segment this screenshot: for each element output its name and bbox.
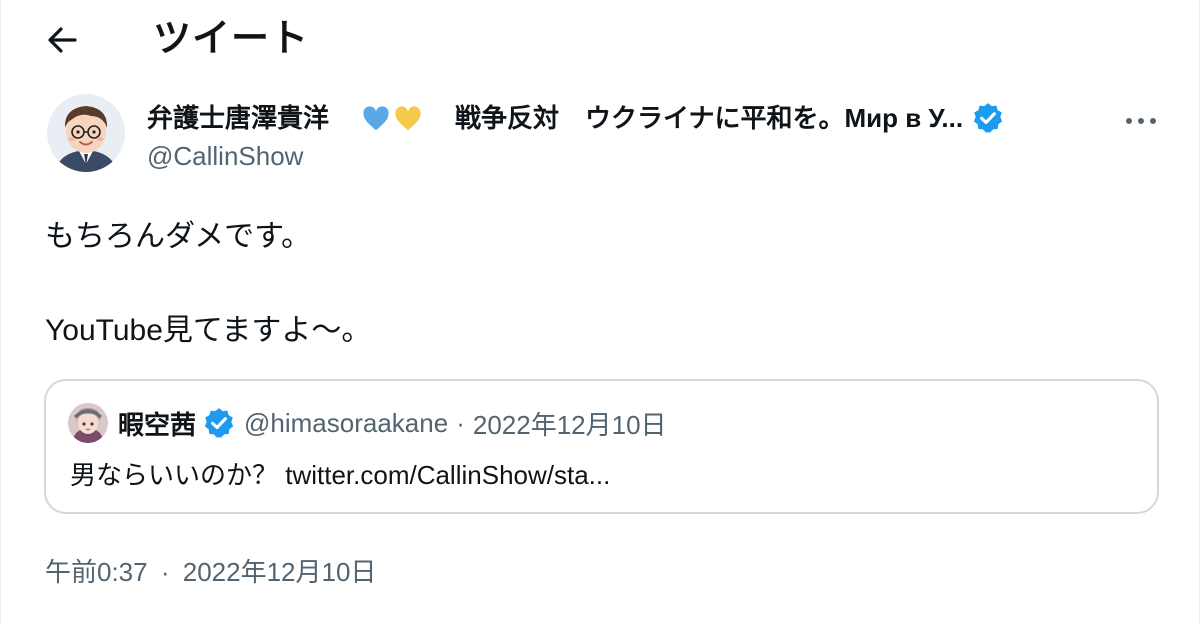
yellow-heart-icon — [393, 104, 423, 134]
quoted-author-name: 暇空茜 — [118, 409, 197, 440]
timestamp-separator: · — [160, 557, 170, 587]
quoted-separator: · — [456, 407, 465, 438]
quoted-tweet-header: 暇空茜 @himasoraakane · 2022年12月10日 — [68, 403, 667, 443]
avatar[interactable] — [47, 94, 125, 172]
author-display-name[interactable]: 弁護士唐澤貴洋 戦争反対 ウクライナに平和を。Мир в У... — [147, 98, 1005, 138]
tweet-timestamp: 午前0:37 · 2022年12月10日 — [45, 552, 376, 592]
author-name-suffix: 戦争反対 ウクライナに平和を。Мир в У... — [455, 103, 964, 133]
arrow-left-icon — [41, 22, 85, 58]
tweet-text: もちろんダメです。 YouTube見てますよ〜。 — [45, 214, 1155, 354]
quoted-date: 2022年12月10日 — [472, 409, 667, 440]
author-handle[interactable]: @CallinShow — [147, 138, 303, 174]
verified-badge-icon — [202, 406, 236, 440]
tweet-author: 弁護士唐澤貴洋 戦争反対 ウクライナに平和を。Мир в У... @Calli… — [1, 90, 1200, 190]
back-button[interactable] — [41, 22, 85, 58]
quoted-tweet-text: 男ならいいのか？ twitter.com/CallinShow/sta... — [70, 460, 611, 490]
tweet-line-2: YouTube見てますよ〜。 — [45, 314, 372, 347]
page-header: ツイート — [1, 0, 1200, 80]
quoted-avatar — [68, 403, 108, 443]
quoted-author-handle: @himasoraakane — [244, 407, 449, 438]
tweet-time-link[interactable]: 午前0:37 — [45, 557, 148, 587]
blue-heart-icon — [361, 104, 391, 134]
more-options-button[interactable] — [1121, 102, 1161, 132]
tweet-line-1: もちろんダメです。 — [45, 220, 312, 253]
quoted-tweet-card[interactable]: 暇空茜 @himasoraakane · 2022年12月10日 男ならいいのか… — [44, 379, 1159, 514]
tweet-date-link[interactable]: 2022年12月10日 — [183, 557, 377, 587]
tweet-page: ツイート 弁護士唐澤貴洋 戦争反対 ウクライナに平和を。Мир в У... @… — [0, 0, 1200, 624]
more-dots-icon — [1124, 102, 1158, 133]
verified-badge-icon — [971, 101, 1005, 135]
page-title: ツイート — [153, 18, 310, 60]
author-name-prefix: 弁護士唐澤貴洋 — [147, 103, 330, 133]
